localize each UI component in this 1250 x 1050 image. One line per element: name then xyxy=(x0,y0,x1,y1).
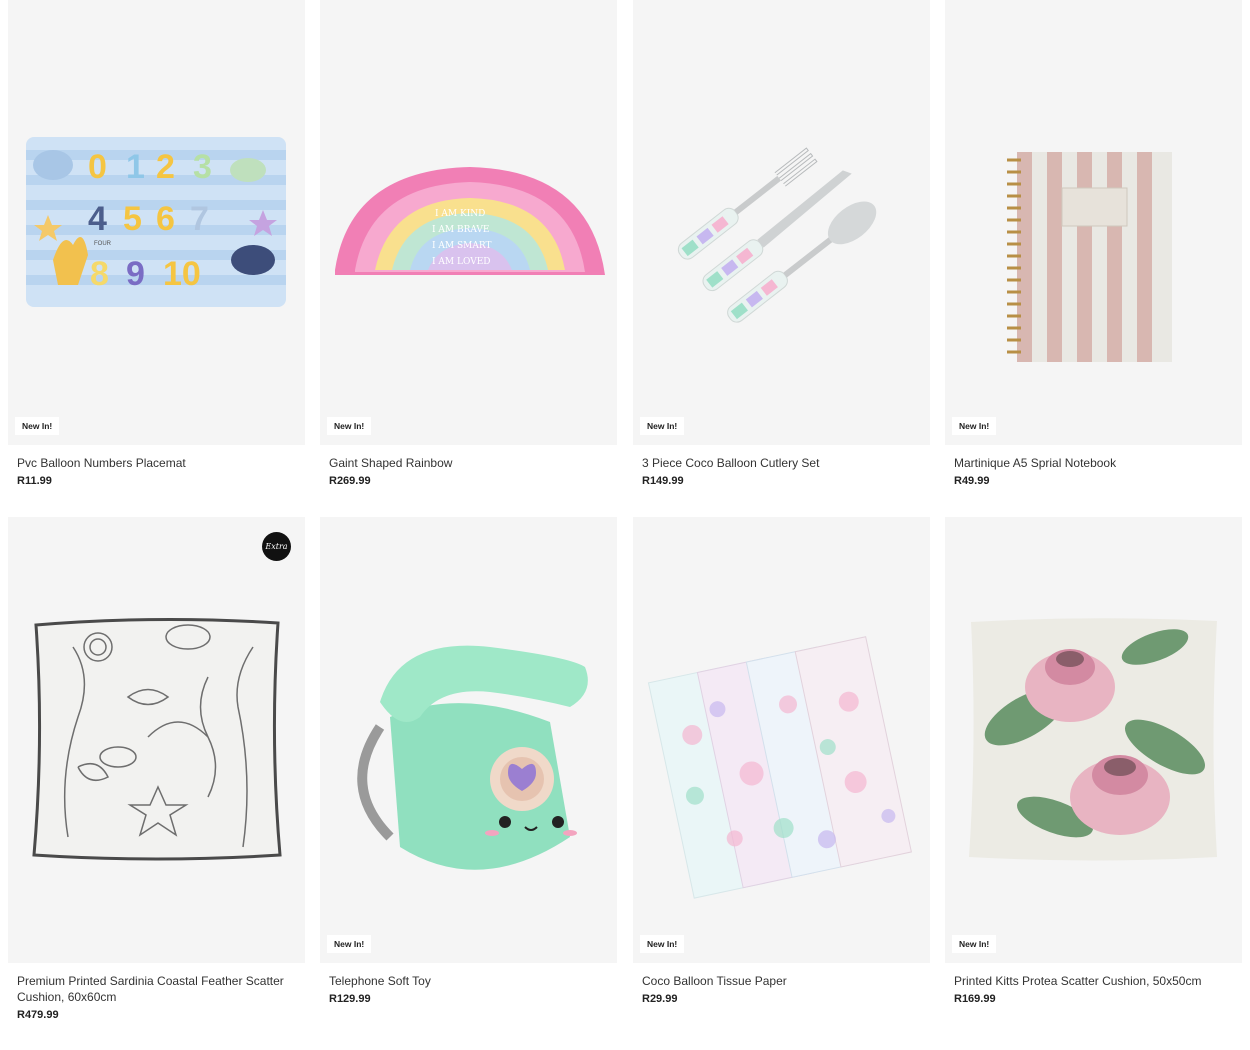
rainbow-text: I AM KIND xyxy=(435,209,485,219)
placemat-digit: 10 xyxy=(163,255,201,293)
coastal-cushion-image xyxy=(32,617,282,861)
product-image[interactable]: New In! xyxy=(320,517,617,963)
product-image[interactable]: New In! xyxy=(633,0,930,445)
new-in-badge: New In! xyxy=(640,934,685,953)
rainbow-image: I AM KIND I AM BRAVE I AM SMART I AM LOV… xyxy=(335,167,605,275)
notebook-image xyxy=(1007,152,1172,362)
placemat-digit: 5 xyxy=(123,200,142,238)
new-in-badge: New In! xyxy=(952,416,997,435)
tissue-paper-image xyxy=(647,636,912,899)
product-image[interactable]: I AM KIND I AM BRAVE I AM SMART I AM LOV… xyxy=(320,0,617,445)
placemat-word: FOUR xyxy=(94,241,112,247)
cutlery-image xyxy=(677,147,877,323)
product-price: R129.99 xyxy=(329,993,371,1005)
placemat-digit: 0 xyxy=(88,148,107,186)
new-in-badge: New In! xyxy=(640,416,685,435)
product-card[interactable]: New In! Martinique A5 Sprial Notebook R4… xyxy=(945,0,1242,487)
product-image[interactable]: New In! xyxy=(633,517,930,963)
product-image[interactable]: New In! xyxy=(945,0,1242,445)
new-in-badge: New In! xyxy=(327,934,372,953)
product-grid: 0 1 2 3 4 5 6 7 8 9 10 FOUR New In! Pvc … xyxy=(0,0,1250,1050)
protea-cushion-image xyxy=(969,618,1217,861)
product-card[interactable]: New In! 3 Piece Coco Balloon Cutlery Set… xyxy=(633,0,930,487)
product-image[interactable]: 0 1 2 3 4 5 6 7 8 9 10 FOUR New In! xyxy=(8,0,305,445)
product-title[interactable]: Telephone Soft Toy xyxy=(329,973,599,989)
product-title[interactable]: Printed Kitts Protea Scatter Cushion, 50… xyxy=(954,973,1224,989)
product-title[interactable]: 3 Piece Coco Balloon Cutlery Set xyxy=(642,455,912,471)
rainbow-text: I AM LOVED xyxy=(432,257,490,267)
product-card[interactable]: New In! Telephone Soft Toy R129.99 xyxy=(320,517,617,1005)
product-price: R149.99 xyxy=(642,475,684,487)
rainbow-text: I AM BRAVE xyxy=(432,225,490,235)
product-price: R269.99 xyxy=(329,475,371,487)
product-card[interactable]: New In! Coco Balloon Tissue Paper R29.99 xyxy=(633,517,930,1005)
placemat-digit: 8 xyxy=(90,255,109,293)
extra-badge: Extra xyxy=(262,532,291,561)
product-card[interactable]: I AM KIND I AM BRAVE I AM SMART I AM LOV… xyxy=(320,0,617,487)
placemat-digit: 2 xyxy=(156,148,175,186)
placemat-digit: 1 xyxy=(126,148,145,186)
new-in-badge: New In! xyxy=(952,934,997,953)
product-price: R11.99 xyxy=(17,475,52,487)
product-price: R479.99 xyxy=(17,1009,59,1021)
placemat-digit: 4 xyxy=(88,200,107,238)
product-title[interactable]: Martinique A5 Sprial Notebook xyxy=(954,455,1224,471)
product-card[interactable]: 0 1 2 3 4 5 6 7 8 9 10 FOUR New In! Pvc … xyxy=(8,0,305,487)
rainbow-text: I AM SMART xyxy=(432,241,492,251)
product-card[interactable]: Extra Premium Printed Sardinia Coastal F… xyxy=(8,517,305,1021)
product-price: R49.99 xyxy=(954,475,990,487)
product-price: R169.99 xyxy=(954,993,996,1005)
telephone-toy-image xyxy=(357,645,588,870)
placemat-digit: 3 xyxy=(193,148,212,186)
placemat-digit: 6 xyxy=(156,200,175,238)
product-image[interactable]: Extra xyxy=(8,517,305,963)
product-title[interactable]: Pvc Balloon Numbers Placemat xyxy=(17,455,287,471)
placemat-digit: 7 xyxy=(190,200,209,238)
new-in-badge: New In! xyxy=(15,416,60,435)
product-image[interactable]: New In! xyxy=(945,517,1242,963)
placemat-image: 0 1 2 3 4 5 6 7 8 9 10 FOUR xyxy=(26,137,286,307)
placemat-digit: 9 xyxy=(126,255,145,293)
new-in-badge: New In! xyxy=(327,416,372,435)
product-title[interactable]: Premium Printed Sardinia Coastal Feather… xyxy=(17,973,287,1005)
product-card[interactable]: New In! Printed Kitts Protea Scatter Cus… xyxy=(945,517,1242,1005)
product-title[interactable]: Coco Balloon Tissue Paper xyxy=(642,973,912,989)
product-title[interactable]: Gaint Shaped Rainbow xyxy=(329,455,599,471)
product-price: R29.99 xyxy=(642,993,678,1005)
